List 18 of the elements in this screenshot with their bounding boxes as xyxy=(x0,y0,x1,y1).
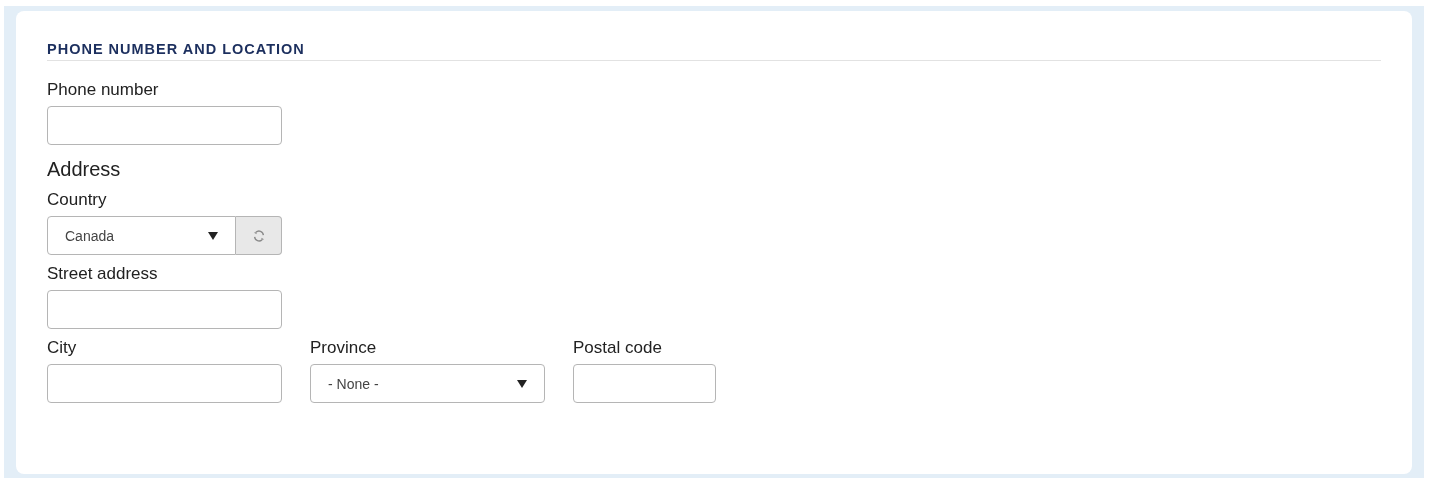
field-label: Country xyxy=(47,189,108,211)
field-label: Postal code xyxy=(573,337,663,359)
caret-icon xyxy=(208,231,218,240)
field-label: Province xyxy=(310,337,378,359)
dropdown[interactable]: Canada xyxy=(47,216,236,255)
dropdown[interactable]: - None - xyxy=(310,364,545,403)
input-field[interactable] xyxy=(47,364,282,403)
section-title: PHONE NUMBER AND LOCATION xyxy=(47,41,306,57)
refresh-icon xyxy=(251,228,266,243)
input-field[interactable] xyxy=(47,106,282,145)
field-label: Phone number xyxy=(47,79,160,101)
input-field[interactable] xyxy=(47,290,282,329)
refresh-button[interactable] xyxy=(236,216,282,255)
field-label: Street address xyxy=(47,263,159,285)
input-field[interactable] xyxy=(573,364,716,403)
field-label: City xyxy=(47,337,78,359)
group-heading: Address xyxy=(47,157,121,181)
caret-icon xyxy=(517,379,527,388)
